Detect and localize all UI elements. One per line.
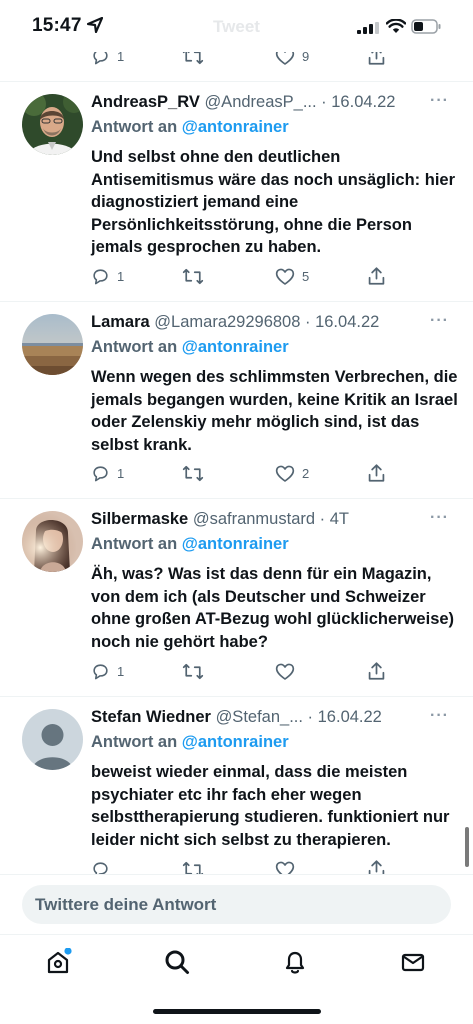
like-count: 5 (302, 269, 310, 284)
scrollbar[interactable] (465, 827, 469, 867)
default-avatar-icon (22, 709, 83, 770)
tweet-text: Und selbst ohne den deutlichen Antisemit… (91, 148, 456, 256)
search-icon (165, 950, 189, 974)
more-icon[interactable]: ··· (430, 707, 449, 725)
home-indicator[interactable] (153, 1009, 321, 1014)
tweet-header: Lamara @Lamara29296808 · 16.04.22 (91, 313, 451, 332)
tweet-text: Äh, was? Was ist das denn für ein Magazi… (91, 565, 455, 651)
reply-count: 1 (117, 269, 125, 284)
tweet-date: · 4T (319, 510, 349, 528)
user-handle[interactable]: @Lamara29296808 (154, 313, 300, 331)
share-icon (368, 662, 385, 680)
reply-prefix: Antwort an (91, 535, 178, 553)
tweet-text: Wenn wegen des schlimmsten Verbrechen, d… (91, 368, 458, 454)
reply-composer (0, 874, 473, 934)
reply-icon (93, 466, 108, 482)
reply-prefix: Antwort an (91, 338, 178, 356)
mention-link[interactable]: @antonrainer (182, 733, 289, 751)
tweet-item[interactable]: Lamara @Lamara29296808 · 16.04.22 ··· An… (0, 302, 473, 499)
more-icon[interactable]: ··· (430, 92, 449, 110)
like-action[interactable]: 5 (275, 267, 309, 286)
reply-context: Antwort an @antonrainer (91, 118, 289, 137)
tweet-item[interactable]: Silbermaske @safranmustard · 4T ··· Antw… (0, 499, 473, 697)
mention-link[interactable]: @antonrainer (182, 118, 289, 136)
reply-prefix: Antwort an (91, 733, 178, 751)
display-name[interactable]: AndreasP_RV (91, 93, 200, 111)
wifi-icon (386, 19, 406, 33)
tweet-item[interactable]: AndreasP_RV @AndreasP_... · 16.04.22 ···… (0, 82, 473, 302)
tweet-header: Stefan Wiedner @Stefan_... · 16.04.22 (91, 708, 451, 727)
avatar[interactable] (22, 511, 83, 572)
cellular-signal-icon (357, 22, 379, 34)
reply-icon (93, 664, 108, 680)
heart-icon (275, 268, 295, 285)
like-count: 2 (302, 466, 310, 481)
share-action[interactable] (367, 463, 386, 483)
landscape-photo-icon (22, 314, 83, 375)
reply-context: Antwort an @antonrainer (91, 535, 289, 554)
share-action[interactable] (367, 661, 386, 681)
bell-icon (285, 951, 305, 974)
tweet-date: · 16.04.22 (307, 708, 382, 726)
reply-action[interactable]: 1 (91, 464, 124, 483)
status-bar: 15:47 Tweet (0, 0, 473, 52)
user-handle[interactable]: @AndreasP_... (204, 93, 316, 111)
retweet-icon (182, 268, 204, 285)
avatar[interactable] (22, 94, 83, 155)
tweet-item[interactable]: Stefan Wiedner @Stefan_... · 16.04.22 ··… (0, 697, 473, 887)
display-name[interactable]: Stefan Wiedner (91, 708, 211, 726)
retweet-icon (182, 465, 204, 482)
battery-icon (411, 19, 441, 34)
mail-icon (401, 953, 425, 972)
retweet-action[interactable] (182, 267, 204, 286)
mention-link[interactable]: @antonrainer (182, 338, 289, 356)
more-icon[interactable]: ··· (430, 312, 449, 330)
tweet-date: · 16.04.22 (321, 93, 396, 111)
tweet-header: AndreasP_RV @AndreasP_... · 16.04.22 (91, 93, 451, 112)
reply-prefix: Antwort an (91, 118, 178, 136)
like-action[interactable] (275, 662, 302, 681)
mention-link[interactable]: @antonrainer (182, 535, 289, 553)
reply-count: 1 (117, 664, 125, 679)
home-icon (47, 948, 72, 974)
reply-context: Antwort an @antonrainer (91, 338, 289, 357)
tweet-date: · 16.04.22 (305, 313, 380, 331)
avatar[interactable] (22, 709, 83, 770)
more-icon[interactable]: ··· (430, 509, 449, 527)
retweet-action[interactable] (182, 662, 204, 681)
share-action[interactable] (367, 266, 386, 286)
avatar[interactable] (22, 314, 83, 375)
user-handle[interactable]: @Stefan_... (216, 708, 303, 726)
tab-notifications[interactable] (278, 945, 312, 979)
retweet-action[interactable] (182, 464, 204, 483)
tab-search[interactable] (160, 945, 194, 979)
reply-action[interactable]: 1 (91, 267, 124, 286)
tab-home[interactable] (41, 945, 75, 979)
share-icon (368, 267, 385, 285)
reply-action[interactable]: 1 (91, 662, 124, 681)
reply-count: 1 (117, 466, 125, 481)
display-name[interactable]: Silbermaske (91, 510, 188, 528)
heart-icon (275, 663, 295, 680)
reply-context: Antwort an @antonrainer (91, 733, 289, 752)
bottom-tab-bar (0, 934, 473, 1024)
portrait-photo-icon (22, 511, 83, 572)
user-handle[interactable]: @safranmustard (193, 510, 315, 528)
reply-input[interactable] (22, 885, 451, 924)
portrait-photo-icon (22, 94, 83, 155)
reply-icon (93, 269, 108, 285)
share-icon (368, 464, 385, 482)
heart-icon (275, 465, 295, 482)
tweet-text: beweist wieder einmal, dass die meisten … (91, 763, 450, 849)
retweet-icon (182, 663, 204, 680)
display-name[interactable]: Lamara (91, 313, 150, 331)
tab-messages[interactable] (396, 945, 430, 979)
tweet-header: Silbermaske @safranmustard · 4T (91, 510, 451, 529)
like-action[interactable]: 2 (275, 464, 309, 483)
